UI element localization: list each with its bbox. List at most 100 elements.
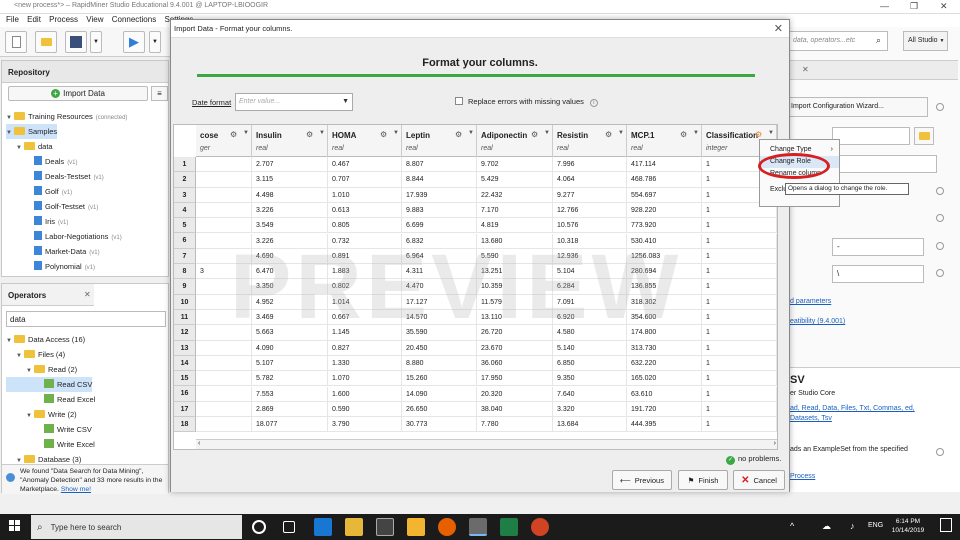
chevron-down-icon[interactable]: ▼ [468, 130, 474, 136]
gear-icon[interactable]: ⚙ [605, 130, 612, 139]
menu-view[interactable]: View [86, 15, 103, 24]
browse-file-button[interactable] [914, 127, 934, 145]
notifications-icon[interactable] [940, 518, 952, 532]
expand-arrow-icon[interactable]: ▼ [26, 409, 34, 424]
expand-arrow-icon[interactable]: ▼ [16, 349, 24, 364]
menu-connections[interactable]: Connections [112, 15, 156, 24]
repository-item[interactable]: Golf (v1) [6, 184, 127, 199]
close-icon[interactable]: ✕ [84, 290, 91, 299]
repository-item[interactable]: Deals (v1) [6, 154, 127, 169]
operator-search-input[interactable]: data [6, 311, 166, 327]
run-process-button[interactable]: ▶ [123, 31, 145, 53]
column-header[interactable]: Insulin real ⚙ ▼ [252, 125, 328, 157]
expand-arrow-icon[interactable]: ▼ [6, 334, 14, 349]
show-advanced-parameters-link[interactable]: d parameters [790, 298, 831, 305]
search-icon[interactable]: ⌕ [876, 35, 881, 46]
gear-icon[interactable]: ⚙ [755, 130, 762, 139]
repository-item[interactable]: Deals-Testset (v1) [6, 169, 127, 184]
operator-item[interactable]: ▼ Write (2) [6, 407, 95, 422]
cancel-button[interactable]: ✕ Cancel [733, 470, 785, 490]
gear-icon[interactable]: ⚙ [531, 130, 538, 139]
operator-item[interactable]: ▼ Files (4) [6, 347, 95, 362]
gear-icon[interactable]: ⚙ [230, 130, 237, 139]
new-process-button[interactable] [5, 31, 27, 53]
column-header[interactable]: Resistin real ⚙ ▼ [553, 125, 627, 157]
horizontal-scrollbar[interactable]: ‹ › [196, 439, 777, 449]
menu-file[interactable]: File [6, 15, 19, 24]
parameter-field-minus[interactable]: - [832, 238, 924, 256]
repository-item[interactable]: Golf-Testset (v1) [6, 199, 127, 214]
minimize-icon[interactable]: — [880, 1, 889, 11]
chevron-down-icon[interactable]: ▼ [243, 130, 249, 136]
help-tags[interactable]: ad, Read, Data, Files, Txt, Commas, ed, … [790, 404, 920, 424]
language-indicator[interactable]: ENG [868, 522, 883, 529]
chevron-up-icon[interactable]: ^ [790, 521, 794, 531]
save-process-button[interactable] [65, 31, 87, 53]
parameter-field-backslash[interactable]: \ [832, 265, 924, 283]
chevron-down-icon[interactable]: ▼ [342, 98, 349, 105]
menu-edit[interactable]: Edit [27, 15, 41, 24]
compatibility-link[interactable]: eatibility (9.4.001) [790, 318, 845, 325]
chevron-down-icon[interactable]: ▼ [393, 130, 399, 136]
gear-icon[interactable]: ⚙ [455, 130, 462, 139]
expand-arrow-icon[interactable]: ▼ [6, 126, 14, 141]
date-format-input[interactable]: Enter value... ▼ [235, 93, 353, 111]
repository-item[interactable]: ▼ Training Resources (connected) [6, 109, 127, 124]
column-header[interactable]: MCP.1 real ⚙ ▼ [627, 125, 702, 157]
gear-icon[interactable]: ⚙ [306, 130, 313, 139]
help-process-link[interactable]: Process [790, 473, 815, 480]
operator-item[interactable]: ▼ Read (2) [6, 362, 95, 377]
mail-icon[interactable] [376, 518, 394, 536]
gear-icon[interactable]: ⚙ [680, 130, 687, 139]
clock[interactable]: 6:14 PM 10/14/2019 [888, 517, 928, 535]
task-view-icon[interactable] [283, 521, 295, 533]
firefox-icon[interactable] [438, 518, 456, 536]
gear-icon[interactable]: ⚙ [380, 130, 387, 139]
operator-item[interactable]: Write CSV [6, 422, 95, 437]
chevron-down-icon[interactable]: ▼ [768, 130, 774, 136]
network-icon[interactable]: ☁ [822, 521, 831, 532]
repository-item[interactable]: Iris (v1) [6, 214, 127, 229]
menu-process[interactable]: Process [49, 15, 78, 24]
column-header[interactable]: Adiponectin real ⚙ ▼ [477, 125, 553, 157]
repository-item[interactable]: Polynomial (v1) [6, 259, 127, 274]
rapidminer-icon[interactable] [469, 518, 487, 536]
excel-icon[interactable] [500, 518, 518, 536]
chevron-down-icon[interactable]: ▼ [544, 130, 550, 136]
expand-arrow-icon[interactable]: ▼ [16, 141, 24, 156]
chevron-down-icon[interactable]: ▼ [693, 130, 699, 136]
restore-icon[interactable]: ❐ [910, 1, 918, 12]
column-header[interactable]: HOMA real ⚙ ▼ [328, 125, 402, 157]
chevron-down-icon[interactable]: ▼ [319, 130, 325, 136]
close-icon[interactable]: ✕ [802, 65, 809, 74]
global-search-input[interactable]: data, operators...etc [788, 31, 888, 51]
all-studio-button[interactable]: All Studio ▼ [903, 31, 948, 51]
column-header[interactable]: cose ger ⚙ ▼ [196, 125, 252, 157]
open-process-button[interactable] [35, 31, 57, 53]
repository-item[interactable]: ▼ Samples [6, 124, 58, 141]
cortana-icon[interactable] [252, 520, 266, 534]
powerpoint-icon[interactable] [531, 518, 549, 536]
chevron-left-icon[interactable]: ‹ [198, 440, 200, 447]
store-icon[interactable] [407, 518, 425, 536]
parameter-field[interactable] [832, 155, 937, 173]
operator-item[interactable]: ▼ Data Access (16) [6, 332, 95, 347]
finish-button[interactable]: ⚑ Finish [678, 470, 728, 490]
operator-item[interactable]: Read CSV [6, 377, 93, 392]
chevron-right-icon[interactable]: › [774, 440, 776, 447]
windows-start-icon[interactable] [9, 520, 21, 532]
close-icon[interactable]: ✕ [774, 22, 783, 35]
repository-item[interactable]: Market-Data (v1) [6, 244, 127, 259]
repository-item[interactable]: Labor-Negotiations (v1) [6, 229, 127, 244]
run-options-button[interactable]: ▼ [149, 31, 161, 53]
edge-icon[interactable] [314, 518, 332, 536]
repository-item[interactable]: ▼ data [6, 139, 127, 154]
import-data-button[interactable]: + Import Data [8, 86, 148, 101]
close-icon[interactable]: ✕ [940, 1, 948, 12]
file-explorer-icon[interactable] [345, 518, 363, 536]
taskbar-search-box[interactable]: ⌕ Type here to search [31, 515, 242, 539]
parameter-field[interactable] [832, 127, 910, 145]
import-wizard-button[interactable]: Import Configuration Wizard... [788, 97, 928, 117]
operator-item[interactable]: Read Excel [6, 392, 95, 407]
replace-errors-option[interactable]: Replace errors with missing values i [455, 97, 598, 107]
